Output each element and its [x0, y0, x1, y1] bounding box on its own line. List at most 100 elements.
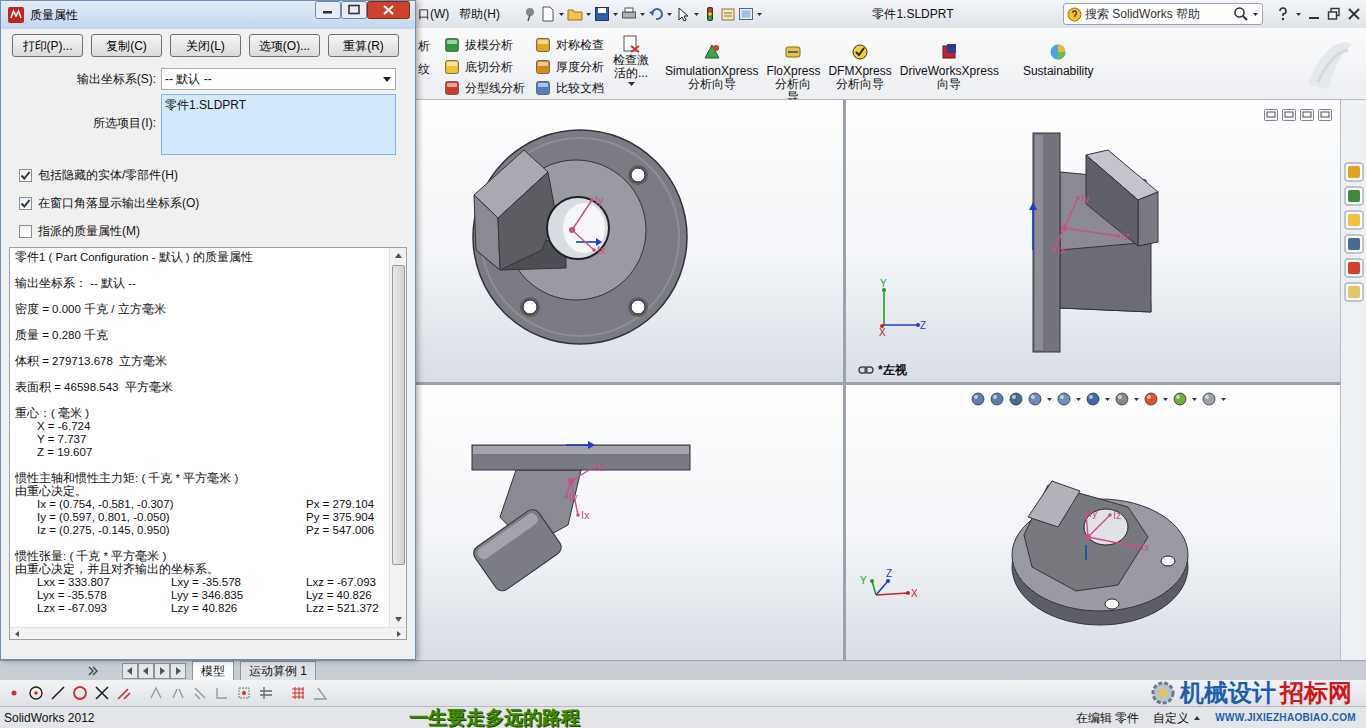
dialog-button[interactable]: 重算(R)	[328, 34, 399, 57]
hide-show-icon[interactable]	[1114, 391, 1130, 407]
previous-view-icon[interactable]	[1008, 391, 1024, 407]
menu-item[interactable]: 口(W)	[418, 5, 455, 23]
design-library-icon[interactable]	[1344, 186, 1364, 206]
option-label[interactable]: 在窗口角落显示输出坐标系(O)	[38, 194, 199, 212]
ribbon-big-label[interactable]: FloXpress	[766, 65, 820, 78]
scroll-up-icon[interactable]	[391, 248, 406, 263]
viewport-pane[interactable]: IzIyIx	[416, 385, 843, 660]
view-icon[interactable]	[738, 6, 754, 22]
viewport-pane[interactable]: IyIzIxYZX*左视	[846, 100, 1340, 382]
dropdown-arrow-icon[interactable]	[1162, 391, 1169, 407]
select-icon[interactable]	[675, 6, 691, 22]
part-model-view[interactable]: IzIyIx	[416, 385, 843, 660]
ribbon-big-label[interactable]: 分析向导	[836, 78, 884, 91]
restore-icon[interactable]	[1326, 6, 1342, 22]
option-checkbox[interactable]	[19, 197, 32, 210]
option-checkbox[interactable]	[19, 169, 32, 182]
ribbon-item[interactable]: 析	[418, 34, 438, 57]
coord-select[interactable]: -- 默认 --	[161, 68, 396, 90]
display-style-icon[interactable]	[1085, 391, 1101, 407]
last-tab-icon[interactable]	[170, 663, 186, 679]
custom-properties-icon[interactable]	[1344, 282, 1364, 302]
part-model-view[interactable]: IyIzIxYZX	[846, 385, 1340, 660]
split-horizontal-icon[interactable]	[1264, 109, 1278, 121]
scene-icon[interactable]	[1172, 391, 1188, 407]
restore-icon[interactable]	[1318, 109, 1332, 121]
ribbon-tool-label[interactable]: 拔模分析	[465, 36, 513, 54]
dropdown-arrow-icon[interactable]	[1046, 391, 1053, 407]
rebuild-icon[interactable]	[702, 6, 718, 22]
previous-tab-icon[interactable]	[138, 663, 154, 679]
view-orientation-icon[interactable]	[1056, 391, 1072, 407]
line-icon[interactable]	[50, 685, 66, 701]
option-row[interactable]: 在窗口角落显示输出坐标系(O)	[1, 189, 415, 217]
dropdown-arrow-icon[interactable]	[1191, 391, 1198, 407]
view-palette-icon[interactable]	[1344, 234, 1364, 254]
part-model-view[interactable]: IyIzIxYZX	[846, 100, 1340, 382]
first-tab-icon[interactable]	[122, 663, 138, 679]
horizontal-scrollbar[interactable]	[10, 627, 406, 639]
dropdown-arrow-icon[interactable]	[627, 80, 636, 88]
help-menu-icon[interactable]	[1275, 6, 1291, 22]
help-search[interactable]	[1063, 3, 1263, 25]
ribbon-big-label[interactable]: 分析向导	[688, 78, 736, 91]
option-label[interactable]: 包括隐藏的实体/零部件(H)	[38, 166, 178, 184]
customize-menu[interactable]: 自定义	[1153, 709, 1201, 727]
file-explorer-icon[interactable]	[1344, 210, 1364, 230]
relation-icon[interactable]	[258, 685, 274, 701]
zoom-fit-icon[interactable]	[970, 391, 986, 407]
print-icon[interactable]	[621, 6, 637, 22]
bottom-tab[interactable]: 模型	[192, 661, 234, 680]
dropdown-arrow-icon[interactable]	[1252, 6, 1259, 22]
trim-icon[interactable]	[94, 685, 110, 701]
ribbon-big-label[interactable]: DFMXpress	[828, 65, 891, 78]
ribbon-big-button[interactable]: Sustainability	[1020, 34, 1097, 99]
close-icon[interactable]	[367, 1, 410, 19]
ribbon-tool[interactable]: 拔模分析	[444, 34, 525, 56]
pattern-icon[interactable]	[192, 685, 208, 701]
ribbon-big-label[interactable]: DriveWorksXpress	[900, 65, 999, 78]
ribbon-item[interactable]: 纹	[418, 57, 438, 80]
bottom-tab[interactable]: 运动算例 1	[240, 661, 316, 680]
dropdown-arrow-icon[interactable]	[639, 6, 646, 22]
scroll-right-icon[interactable]	[394, 629, 404, 639]
corner-icon[interactable]	[214, 685, 230, 701]
dropdown-arrow-icon[interactable]	[756, 6, 763, 22]
close-icon[interactable]	[1346, 6, 1362, 22]
offset-icon[interactable]	[148, 685, 164, 701]
check-button-label[interactable]: 检查激	[613, 54, 649, 67]
ribbon-tool[interactable]: 分型线分析	[444, 77, 525, 99]
dimension-icon[interactable]	[236, 685, 252, 701]
dropdown-arrow-icon[interactable]	[1220, 391, 1227, 407]
dialog-button[interactable]: 关闭(L)	[170, 34, 241, 57]
dropdown-arrow-icon[interactable]	[693, 6, 700, 22]
section-view-icon[interactable]	[1027, 391, 1043, 407]
search-icon[interactable]	[1233, 6, 1249, 22]
next-tab-icon[interactable]	[154, 663, 170, 679]
customize-label[interactable]: 自定义	[1153, 709, 1189, 727]
option-row[interactable]: 包括隐藏的实体/零部件(H)	[1, 161, 415, 189]
viewport-pane[interactable]: IyIzIxYZX	[846, 385, 1340, 660]
selection-item[interactable]: 零件1.SLDPRT	[165, 96, 392, 114]
ribbon-big-button[interactable]: DriveWorksXpress向导	[897, 34, 1002, 99]
extend-icon[interactable]	[116, 685, 132, 701]
home-icon[interactable]	[1344, 162, 1364, 182]
minimize-icon[interactable]	[1300, 109, 1314, 121]
part-model-view[interactable]: IyIx	[416, 100, 843, 382]
angle-icon[interactable]	[312, 685, 328, 701]
ribbon-big-label[interactable]: SimulationXpress	[665, 65, 758, 78]
ribbon-tool[interactable]: 厚度分析	[535, 56, 604, 78]
link-icon[interactable]	[858, 365, 874, 375]
ribbon-tool[interactable]: 底切分析	[444, 56, 525, 78]
dropdown-arrow-icon[interactable]	[558, 6, 565, 22]
dropdown-arrow-icon[interactable]	[382, 75, 392, 83]
appearances-icon[interactable]	[1344, 258, 1364, 278]
dropdown-arrow-icon[interactable]	[1075, 391, 1082, 407]
dropdown-arrow-icon[interactable]	[1133, 391, 1140, 407]
maximize-icon[interactable]	[341, 1, 367, 19]
view-settings-icon[interactable]	[1201, 391, 1217, 407]
circle-icon[interactable]	[72, 685, 88, 701]
ribbon-tool-label[interactable]: 底切分析	[465, 58, 513, 76]
viewport-pane[interactable]: IyIx	[416, 100, 843, 382]
selection-list[interactable]: 零件1.SLDPRT	[161, 94, 396, 155]
